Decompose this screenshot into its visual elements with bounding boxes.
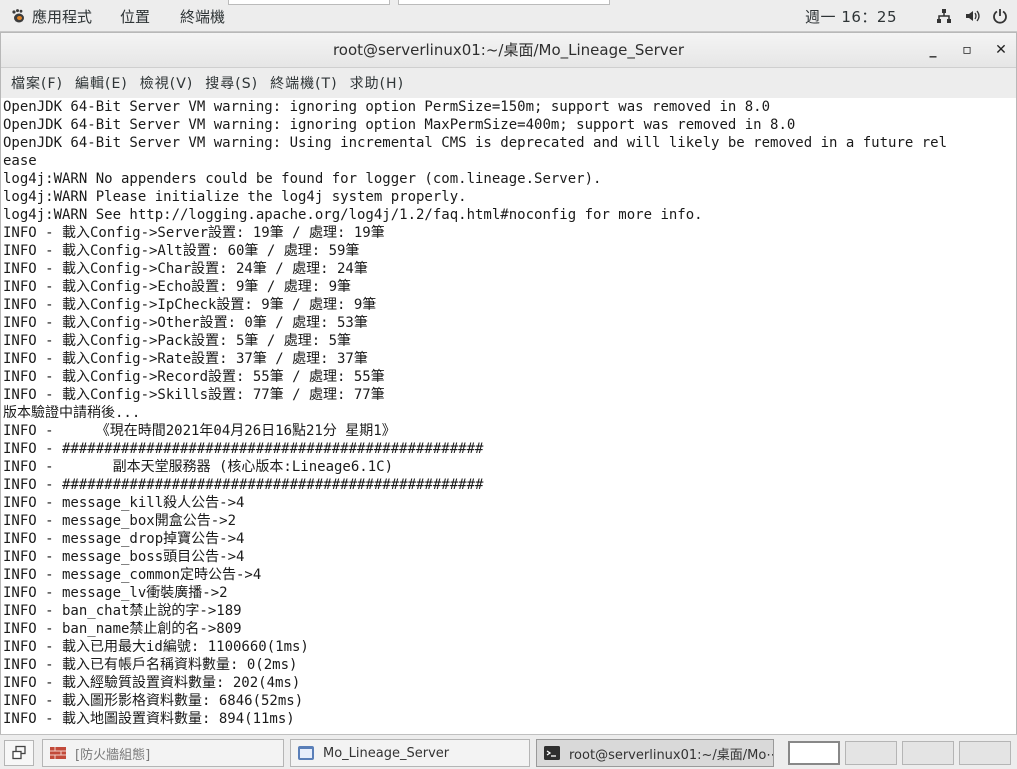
terminal-line: INFO - 載入已有帳戶名稱資料數量: 0(2ms) bbox=[3, 657, 298, 673]
terminal-line: INFO - message_lv衝裝廣播->2 bbox=[3, 585, 228, 601]
terminal-line: INFO - message_boss頭目公告->4 bbox=[3, 549, 245, 565]
terminal-line: INFO - 載入Config->Rate設置: 37筆 / 處理: 37筆 bbox=[3, 351, 368, 367]
terminal-line: INFO - 載入已用最大id編號: 1100660(1ms) bbox=[3, 639, 309, 655]
terminal-icon bbox=[544, 746, 560, 760]
terminal-line: INFO - 載入Config->Pack設置: 5筆 / 處理: 5筆 bbox=[3, 333, 352, 349]
workspace-4[interactable] bbox=[959, 741, 1011, 765]
show-desktop-button[interactable] bbox=[4, 740, 34, 766]
terminal-line: INFO - message_kill殺人公告->4 bbox=[3, 495, 245, 511]
places-menu[interactable]: 位置 bbox=[112, 0, 158, 32]
terminal-app-label: 終端機 bbox=[180, 7, 226, 26]
top-menu: 應用程式 位置 終端機 bbox=[2, 0, 233, 32]
folder-window-icon bbox=[298, 746, 314, 760]
terminal-line: log4j:WARN See http://logging.apache.org… bbox=[3, 207, 703, 223]
terminal-line: INFO - ban_name禁止創的名->809 bbox=[3, 621, 242, 637]
menu-help[interactable]: 求助(H) bbox=[344, 73, 410, 93]
minimize-button[interactable]: _ bbox=[916, 33, 950, 67]
menu-file[interactable]: 檔案(F) bbox=[5, 73, 69, 93]
panel-tab-stub bbox=[228, 0, 390, 5]
terminal-line: INFO - 《現在時間2021年04月26日16點21分 星期1》 bbox=[3, 423, 396, 439]
terminal-line: OpenJDK 64-Bit Server VM warning: ignori… bbox=[3, 117, 796, 133]
terminal-line: INFO - 載入Config->Char設置: 24筆 / 處理: 24筆 bbox=[3, 261, 368, 277]
status-area: 週一 16：25 bbox=[805, 0, 1009, 32]
workspace-2[interactable] bbox=[845, 741, 897, 765]
menu-search[interactable]: 搜尋(S) bbox=[199, 73, 264, 93]
terminal-line: INFO - 載入Config->IpCheck設置: 9筆 / 處理: 9筆 bbox=[3, 297, 377, 313]
terminal-line: INFO - 副本天堂服務器 (核心版本:Lineage6.1C) bbox=[3, 459, 394, 475]
terminal-line: INFO - ban_chat禁止說的字->189 bbox=[3, 603, 242, 619]
terminal-line: INFO - #################################… bbox=[3, 477, 484, 493]
terminal-line: INFO - message_drop掉寶公告->4 bbox=[3, 531, 245, 547]
power-icon[interactable] bbox=[991, 7, 1009, 25]
window-titlebar[interactable]: root@serverlinux01:~/桌面/Mo_Lineage_Serve… bbox=[1, 33, 1016, 68]
show-desktop-icon bbox=[12, 745, 26, 760]
workspace-3[interactable] bbox=[902, 741, 954, 765]
terminal-line: ease bbox=[3, 153, 37, 169]
task-firewall-config[interactable]: [防火牆組態] bbox=[42, 739, 284, 767]
applications-menu[interactable]: 應用程式 bbox=[2, 0, 100, 32]
clock[interactable]: 週一 16：25 bbox=[805, 6, 897, 27]
terminal-window: root@serverlinux01:~/桌面/Mo_Lineage_Serve… bbox=[0, 32, 1017, 734]
menubar: 檔案(F) 編輯(E) 檢視(V) 搜尋(S) 終端機(T) 求助(H) bbox=[1, 68, 1016, 99]
terminal-line: INFO - message_common定時公告->4 bbox=[3, 567, 262, 583]
task-label: [防火牆組態] bbox=[75, 747, 151, 763]
close-button[interactable]: ✕ bbox=[984, 33, 1017, 67]
task-label: Mo_Lineage_Server bbox=[323, 745, 450, 761]
menu-terminal[interactable]: 終端機(T) bbox=[264, 73, 343, 93]
terminal-line: INFO - 載入Config->Skills設置: 77筆 / 處理: 77筆 bbox=[3, 387, 385, 403]
terminal-line: INFO - 載入Config->Other設置: 0筆 / 處理: 53筆 bbox=[3, 315, 368, 331]
terminal-line: INFO - 載入Config->Record設置: 55筆 / 處理: 55筆 bbox=[3, 369, 385, 385]
places-label: 位置 bbox=[120, 7, 151, 26]
menu-edit[interactable]: 編輯(E) bbox=[69, 73, 134, 93]
task-label: root@serverlinux01:~/桌面/Mo⋯ bbox=[569, 747, 774, 763]
window-title: root@serverlinux01:~/桌面/Mo_Lineage_Serve… bbox=[332, 41, 685, 59]
network-icon[interactable] bbox=[935, 7, 953, 25]
terminal-line: INFO - 載入Config->Server設置: 19筆 / 處理: 19筆 bbox=[3, 225, 385, 241]
gnome-foot-icon bbox=[12, 9, 24, 23]
terminal-line: INFO - message_box開盒公告->2 bbox=[3, 513, 237, 529]
terminal-line: INFO - 載入Config->Alt設置: 60筆 / 處理: 59筆 bbox=[3, 243, 360, 259]
menu-view[interactable]: 檢視(V) bbox=[134, 73, 200, 93]
terminal-line: log4j:WARN Please initialize the log4j s… bbox=[3, 189, 467, 205]
terminal-line: 版本驗證中請稍後... bbox=[3, 405, 141, 421]
bottom-taskbar: [防火牆組態] Mo_Lineage_Server root@serverlin… bbox=[0, 734, 1017, 769]
terminal-output[interactable]: OpenJDK 64-Bit Server VM warning: ignori… bbox=[1, 98, 1016, 734]
terminal-line: log4j:WARN No appenders could be found f… bbox=[3, 171, 602, 187]
volume-icon[interactable] bbox=[963, 7, 981, 25]
maximize-button[interactable]: ▫ bbox=[950, 33, 984, 67]
terminal-line: INFO - 載入地圖設置資料數量: 894(11ms) bbox=[3, 711, 295, 727]
firewall-icon bbox=[50, 747, 66, 759]
terminal-line: OpenJDK 64-Bit Server VM warning: ignori… bbox=[3, 99, 771, 115]
terminal-app-menu[interactable]: 終端機 bbox=[172, 0, 233, 32]
terminal-line: OpenJDK 64-Bit Server VM warning: Using … bbox=[3, 135, 948, 151]
task-terminal[interactable]: root@serverlinux01:~/桌面/Mo⋯ bbox=[536, 739, 774, 767]
workspace-1[interactable] bbox=[788, 741, 840, 765]
terminal-line: INFO - #################################… bbox=[3, 441, 484, 457]
panel-tab-stub bbox=[398, 0, 610, 5]
terminal-line: INFO - 載入Config->Echo設置: 9筆 / 處理: 9筆 bbox=[3, 279, 352, 295]
applications-label: 應用程式 bbox=[32, 7, 93, 26]
terminal-line: INFO - 載入圖形影格資料數量: 6846(52ms) bbox=[3, 693, 304, 709]
terminal-line: INFO - 載入經驗質設置資料數量: 202(4ms) bbox=[3, 675, 301, 691]
top-panel: 應用程式 位置 終端機 週一 16：25 bbox=[0, 0, 1017, 32]
task-mo-lineage-server[interactable]: Mo_Lineage_Server bbox=[290, 739, 530, 767]
